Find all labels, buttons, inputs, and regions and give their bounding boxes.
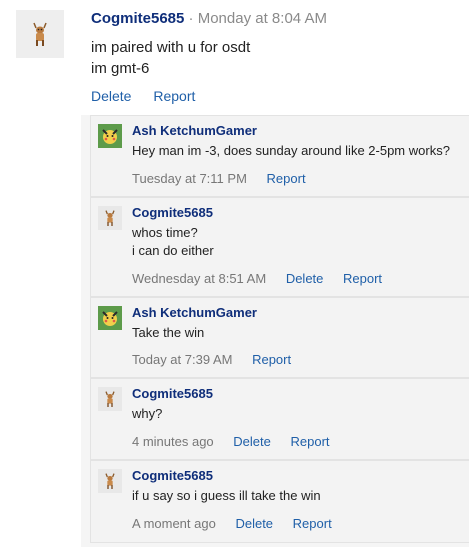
reply-author[interactable]: Cogmite5685 [132,386,213,401]
reply-item: Cogmite5685 whos time? i can do either W… [90,197,469,297]
reply-meta: Wednesday at 8:51 AM Delete Report [132,271,398,286]
reply-author[interactable]: Ash KetchumGamer [132,123,257,138]
reply-timestamp[interactable]: Wednesday at 8:51 AM [132,271,266,286]
post-header: Cogmite5685 · Monday at 8:04 AM [91,9,327,29]
reply-item: Cogmite5685 if u say so i guess ill take… [90,460,469,543]
pikachu-avatar[interactable] [98,124,122,148]
pikachu-icon [98,306,122,330]
report-button[interactable]: Report [153,88,195,104]
thread-page: Cogmite5685 · Monday at 8:04 AM im paire… [0,0,469,547]
reply-meta: 4 minutes ago Delete Report [132,434,346,449]
reply-text: Hey man im -3, does sunday around like 2… [132,142,450,160]
report-button[interactable]: Report [252,352,291,367]
user-avatar[interactable] [16,10,64,58]
deer-icon [105,391,115,407]
deer-avatar[interactable] [98,206,122,230]
report-button[interactable]: Report [267,171,306,186]
reply-item: Ash KetchumGamer Hey man im -3, does sun… [90,115,469,197]
reply-meta: A moment ago Delete Report [132,516,348,531]
post-line: im gmt-6 [91,60,150,77]
reply-meta: Tuesday at 7:11 PM Report [132,171,322,186]
separator: · [188,10,194,27]
pikachu-icon [98,124,122,148]
reply-timestamp[interactable]: Today at 7:39 AM [132,352,232,367]
post-line: im paired with u for osdt [91,39,251,56]
reply-text: why? [132,405,162,423]
reply-author[interactable]: Ash KetchumGamer [132,305,257,320]
reply-author[interactable]: Cogmite5685 [132,468,213,483]
reply-line: whos time? [132,225,198,240]
report-button[interactable]: Report [343,271,382,286]
post-author[interactable]: Cogmite5685 [91,10,184,27]
deer-icon [33,22,47,46]
reply-line: why? [132,406,163,421]
deer-avatar[interactable] [98,469,122,493]
replies-list: Ash KetchumGamer Hey man im -3, does sun… [81,115,469,547]
report-button[interactable]: Report [293,516,332,531]
reply-line: if u say so i guess ill take the win [132,488,321,503]
reply-timestamp[interactable]: Tuesday at 7:11 PM [132,171,247,186]
reply-line: Hey man im -3, does sunday around like 2… [132,143,450,158]
deer-avatar[interactable] [98,387,122,411]
reply-item: Cogmite5685 why? 4 minutes ago Delete Re… [90,378,469,460]
deer-icon [105,210,115,226]
reply-text: whos time? i can do either [132,224,214,260]
reply-line: i can do either [132,243,214,258]
delete-button[interactable]: Delete [235,516,273,531]
reply-timestamp[interactable]: 4 minutes ago [132,434,214,449]
pikachu-avatar[interactable] [98,306,122,330]
reply-meta: Today at 7:39 AM Report [132,352,307,367]
reply-timestamp[interactable]: A moment ago [132,516,216,531]
report-button[interactable]: Report [291,434,330,449]
deer-icon [105,473,115,489]
delete-button[interactable]: Delete [91,88,131,104]
delete-button[interactable]: Delete [286,271,324,286]
reply-text: if u say so i guess ill take the win [132,487,321,505]
delete-button[interactable]: Delete [233,434,271,449]
post-timestamp[interactable]: Monday at 8:04 AM [198,10,327,27]
post-body: im paired with u for osdt im gmt-6 [91,37,250,79]
reply-author[interactable]: Cogmite5685 [132,205,213,220]
reply-item: Ash KetchumGamer Take the win Today at 7… [90,297,469,378]
top-post: Cogmite5685 · Monday at 8:04 AM im paire… [0,0,469,115]
reply-line: Take the win [132,325,205,340]
reply-text: Take the win [132,324,204,342]
post-actions: Delete Report [91,88,213,104]
